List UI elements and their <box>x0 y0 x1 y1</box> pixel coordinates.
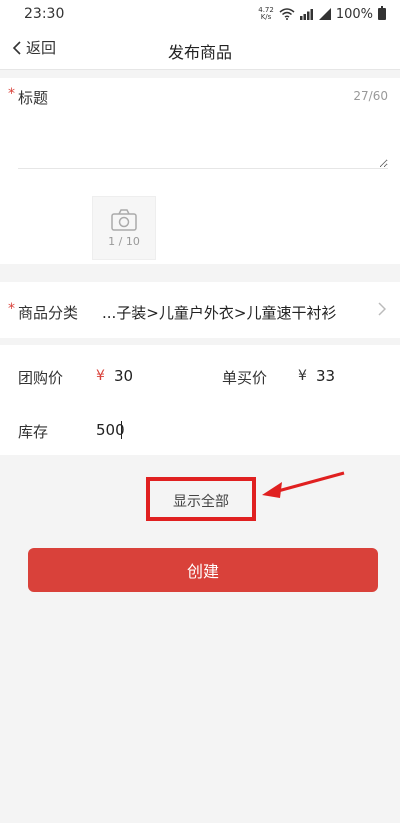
category-label: 商品分类 <box>18 304 79 322</box>
battery-icon <box>378 6 386 20</box>
stock-label: 库存 <box>18 423 49 441</box>
category-row[interactable]: * 商品分类 ...子装>儿童户外衣>儿童速干衬衫 <box>0 282 400 338</box>
group-price-label: 团购价 <box>18 369 64 387</box>
group-price-currency: ¥ <box>96 368 105 384</box>
title-input[interactable] <box>18 114 388 168</box>
category-value: ...子装>儿童户外衣>儿童速干衬衫 <box>102 304 337 322</box>
required-star: * <box>8 86 15 102</box>
text-caret <box>121 421 122 439</box>
battery-percent: 100% <box>335 6 373 22</box>
required-star: * <box>8 301 15 317</box>
signal-4g-icon <box>299 9 313 20</box>
photo-count: 1 / 10 <box>108 234 140 248</box>
status-bar: 23:30 4.72 K/s 100% <box>0 0 400 28</box>
single-price-currency: ¥ <box>298 368 307 384</box>
title-counter: 27/60 <box>353 89 388 103</box>
wifi-icon <box>279 8 295 20</box>
title-section: * 标题 27/60 1 / 10 <box>0 78 400 264</box>
highlight-box: 显示全部 <box>146 477 256 521</box>
single-price-label: 单买价 <box>222 369 268 387</box>
single-price-input[interactable]: 33 <box>316 367 335 385</box>
status-time: 23:30 <box>24 6 65 22</box>
net-speed: 4.72 K/s <box>258 6 274 21</box>
page-title: 发布商品 <box>167 43 232 62</box>
photo-upload-button[interactable]: 1 / 10 <box>92 196 156 260</box>
price-section: 团购价 ¥ 30 单买价 ¥ 33 库存 500 <box>0 345 400 455</box>
nav-bar: 返回 发布商品 <box>0 28 400 70</box>
annotation-arrow <box>262 471 345 498</box>
create-button[interactable]: 创建 <box>28 548 378 592</box>
title-label: 标题 <box>18 89 49 107</box>
status-icons: 4.72 K/s 100% <box>258 6 386 22</box>
signal-icon <box>318 8 331 20</box>
chevron-right-icon <box>378 302 386 316</box>
divider <box>18 168 388 169</box>
show-all-link[interactable]: 显示全部 <box>150 491 252 511</box>
camera-icon <box>111 208 137 231</box>
group-price-input[interactable]: 30 <box>114 367 133 385</box>
